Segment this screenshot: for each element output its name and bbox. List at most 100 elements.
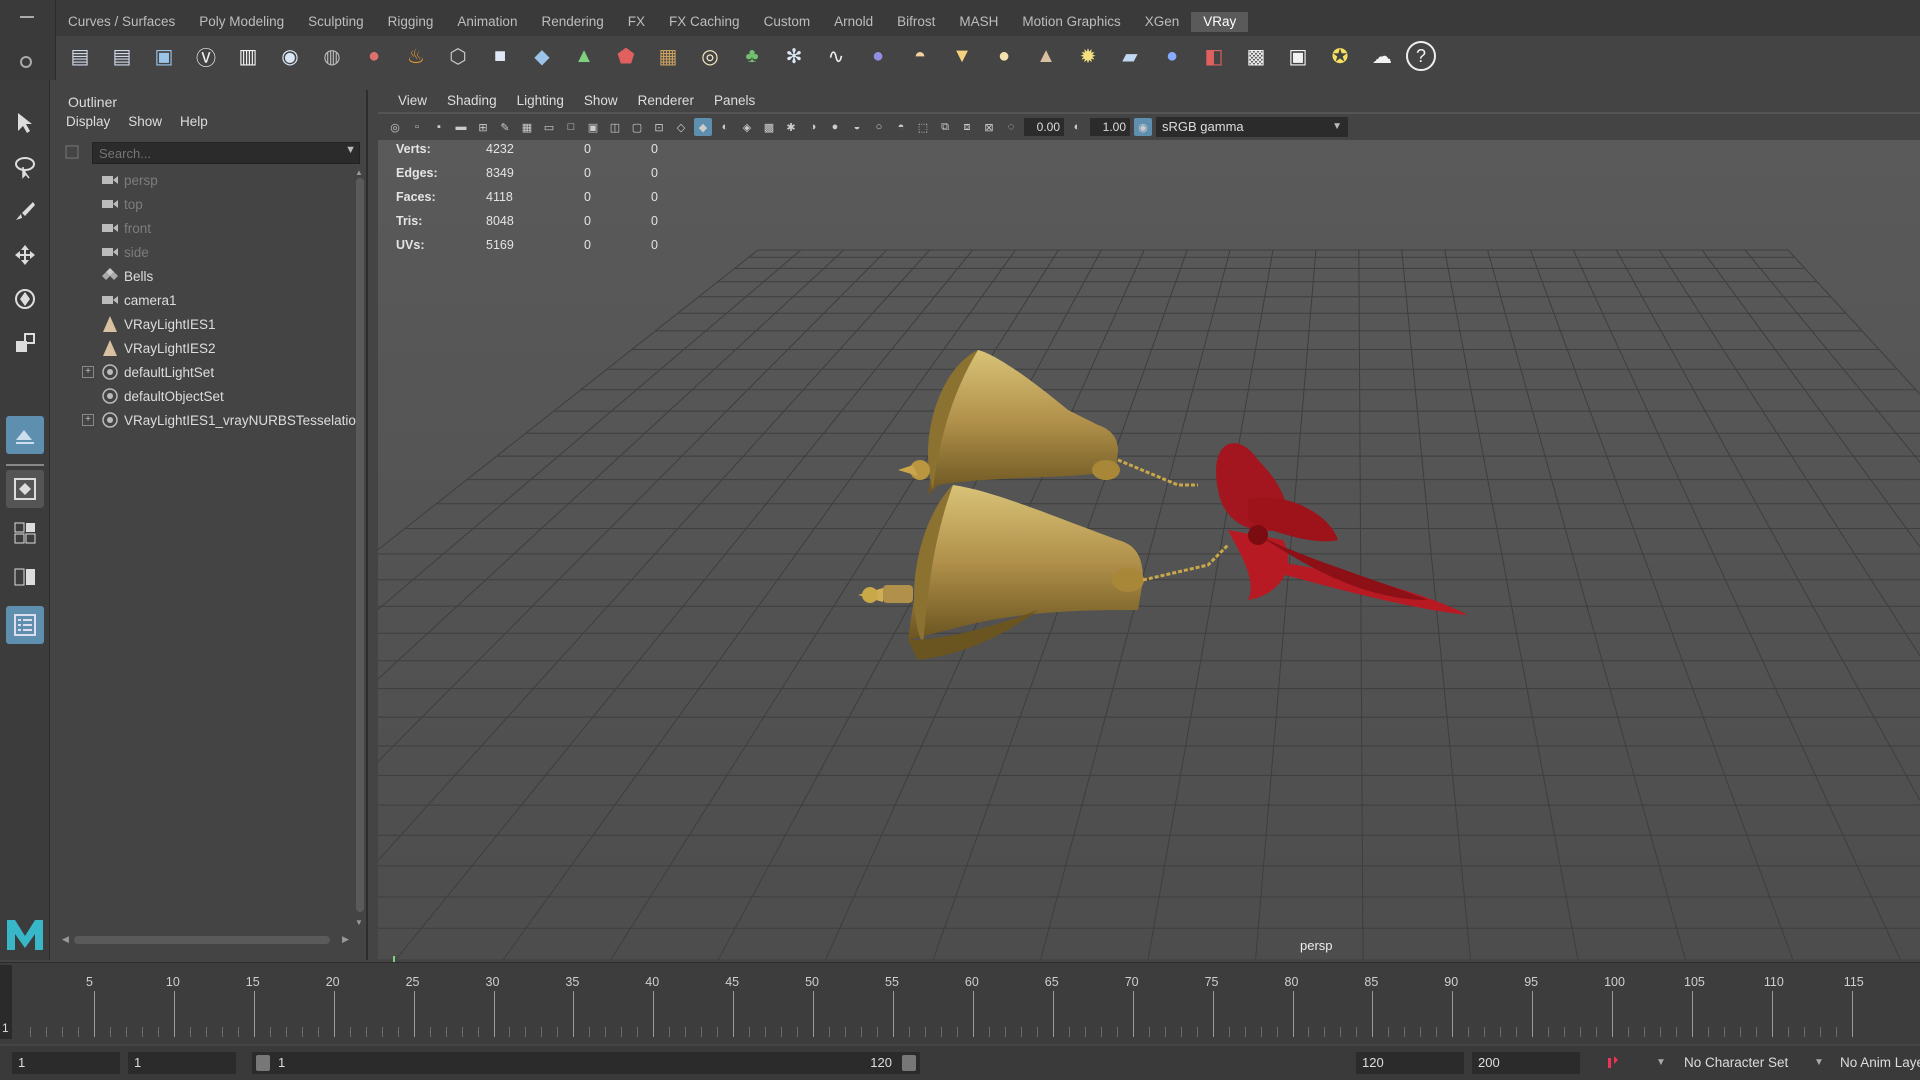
scroll-down-icon[interactable]: ▼	[355, 918, 363, 927]
shelf-tab[interactable]: Rigging	[376, 12, 446, 32]
outliner-item[interactable]: + VRayLightIES1_vrayNURBSTesselation	[56, 408, 363, 432]
drop-icon[interactable]: ◆	[524, 38, 560, 74]
filter-icon[interactable]	[64, 144, 82, 162]
checker-icon[interactable]: ▩	[1238, 38, 1274, 74]
outliner-menu-item[interactable]: Help	[180, 114, 208, 129]
render-settings-icon[interactable]: ▤	[104, 38, 140, 74]
use-all-lights-icon[interactable]: ✱	[782, 118, 800, 136]
sun-icon[interactable]: ✹	[1070, 38, 1106, 74]
single-view-layout-icon[interactable]	[6, 470, 44, 508]
outliner-item[interactable]: front	[56, 216, 356, 240]
plane-icon[interactable]: ▰	[1112, 38, 1148, 74]
viewport-menu-item[interactable]: Show	[574, 90, 628, 112]
shelf-tab[interactable]: Curves / Surfaces	[56, 12, 187, 32]
sphere-icon[interactable]: ●	[860, 38, 896, 74]
scroll-left-icon[interactable]: ◀	[62, 934, 69, 945]
viewport-menu-item[interactable]: Renderer	[628, 90, 704, 112]
xray-icon[interactable]: ⧉	[936, 118, 954, 136]
vray-logo-icon[interactable]: Ⓥ	[188, 38, 224, 74]
chevron-down-icon[interactable]: ▼	[1810, 1054, 1828, 1072]
shelf-tab[interactable]: Custom	[752, 12, 823, 32]
textured-icon[interactable]: ▩	[760, 118, 778, 136]
paint-select-tool-icon[interactable]	[6, 192, 44, 230]
settings-icon[interactable]	[20, 56, 32, 68]
last-tool-icon[interactable]	[6, 416, 44, 454]
time-ruler[interactable]: 5 10 15 20 25 30 35 40 45 50 55 60 65 70 75 80 85 90 95 100…	[24, 967, 1920, 1043]
outliner-layout-icon[interactable]	[6, 606, 44, 644]
outliner-menu-item[interactable]: Display	[66, 114, 110, 129]
xray-active-icon[interactable]: ⧈	[958, 118, 976, 136]
playback-end-field[interactable]: 120	[1356, 1052, 1464, 1074]
menu-collapse-icon[interactable]	[20, 16, 34, 18]
shelf-tab[interactable]: Rendering	[529, 12, 615, 32]
shelf-tab[interactable]: Poly Modeling	[187, 12, 296, 32]
outliner-item[interactable]: Bells	[56, 264, 356, 288]
plant-icon[interactable]: ♣	[734, 38, 770, 74]
select-tool-icon[interactable]	[6, 104, 44, 142]
start-time-field[interactable]: 1	[12, 1052, 120, 1074]
prism-icon[interactable]: ▲	[566, 38, 602, 74]
wireframe-on-shaded-icon[interactable]: ◈	[738, 118, 756, 136]
two-view-layout-icon[interactable]	[6, 558, 44, 596]
rotate-tool-icon[interactable]	[6, 280, 44, 318]
viewport-menu-item[interactable]: Lighting	[507, 90, 574, 112]
fire-icon[interactable]: ♨	[398, 38, 434, 74]
viewport-menu-item[interactable]: View	[388, 90, 437, 112]
shelf-tab[interactable]: FX	[616, 12, 657, 32]
snowflake-icon[interactable]: ✻	[776, 38, 812, 74]
depth-of-field-icon[interactable]: ◓	[892, 118, 910, 136]
scroll-up-icon[interactable]: ▲	[355, 168, 363, 177]
curve-icon[interactable]: ∿	[818, 38, 854, 74]
shelf-tab[interactable]: Arnold	[822, 12, 885, 32]
box-icon[interactable]: ■	[482, 38, 518, 74]
lasso-tool-icon[interactable]	[6, 148, 44, 186]
sphere-light-icon[interactable]: ◉	[272, 38, 308, 74]
isolate-select-icon[interactable]: ⬚	[914, 118, 932, 136]
bookmark-icon[interactable]: ▪	[430, 118, 448, 136]
camera-icon[interactable]: ◍	[314, 38, 350, 74]
motion-blur-icon[interactable]: ◒	[848, 118, 866, 136]
outliner-item[interactable]: persp	[56, 168, 356, 192]
exposure-icon[interactable]: ◌	[1002, 118, 1020, 136]
cloud-icon[interactable]: ☁	[1364, 38, 1400, 74]
screen-space-ao-icon[interactable]: ●	[826, 118, 844, 136]
viewport-menu-item[interactable]: Panels	[704, 90, 765, 112]
globe-icon[interactable]: ◎	[692, 38, 728, 74]
outliner-item[interactable]: + defaultLightSet	[56, 360, 356, 384]
outliner-item[interactable]: VRayLightIES1	[56, 312, 356, 336]
gamma-field[interactable]: 1.00	[1090, 118, 1130, 136]
outliner-item[interactable]: VRayLightIES2	[56, 336, 356, 360]
auto-key-icon[interactable]	[1604, 1054, 1622, 1072]
move-tool-icon[interactable]	[6, 236, 44, 274]
shield-icon[interactable]: ⬟	[608, 38, 644, 74]
lightbulb-icon[interactable]: ✪	[1322, 38, 1358, 74]
texture-icon[interactable]: ▦	[650, 38, 686, 74]
outliner-item[interactable]: defaultObjectSet	[56, 384, 356, 408]
shelf-tab[interactable]: VRay	[1191, 12, 1249, 32]
render-settings-icon[interactable]: ▤	[62, 38, 98, 74]
scroll-right-icon[interactable]: ▶	[342, 934, 349, 945]
shelf-tab[interactable]: Motion Graphics	[1010, 12, 1132, 32]
chevron-down-icon[interactable]: ▼	[1652, 1054, 1670, 1072]
viewport-canvas[interactable]	[0, 140, 1920, 980]
image-plane-icon[interactable]: ▬	[452, 118, 470, 136]
viewport-menu-item[interactable]: Shading	[437, 90, 507, 112]
safe-title-icon[interactable]: ⊡	[650, 118, 668, 136]
help-icon[interactable]: ?	[1406, 41, 1436, 71]
anim-layer-select[interactable]: No Anim Layer	[1840, 1052, 1920, 1074]
character-set-select[interactable]: No Character Set	[1684, 1052, 1788, 1074]
range-start-handle[interactable]	[256, 1055, 270, 1071]
smooth-shade-icon[interactable]: ◆	[694, 118, 712, 136]
outliner-vertical-scrollbar[interactable]: ▲ ▼	[354, 168, 366, 928]
time-slider[interactable]: 1 5 10 15 20 25 30 35 40 45 50 55 60 65 70 75 80 85 90 95 1…	[0, 962, 1920, 1044]
two-d-pan-icon[interactable]: ⊞	[474, 118, 492, 136]
shelf-tab[interactable]: MASH	[947, 12, 1010, 32]
chevron-down-icon[interactable]: ▼	[345, 144, 356, 156]
scrollbar-thumb[interactable]	[74, 936, 330, 944]
scrollbar-thumb[interactable]	[356, 178, 364, 912]
expand-icon[interactable]: +	[82, 366, 94, 378]
flag-icon[interactable]: ◧	[1196, 38, 1232, 74]
ies-light-icon[interactable]: ▲	[1028, 38, 1064, 74]
gate-mask-icon[interactable]: ▣	[584, 118, 602, 136]
outliner-search-input[interactable]	[92, 142, 360, 164]
